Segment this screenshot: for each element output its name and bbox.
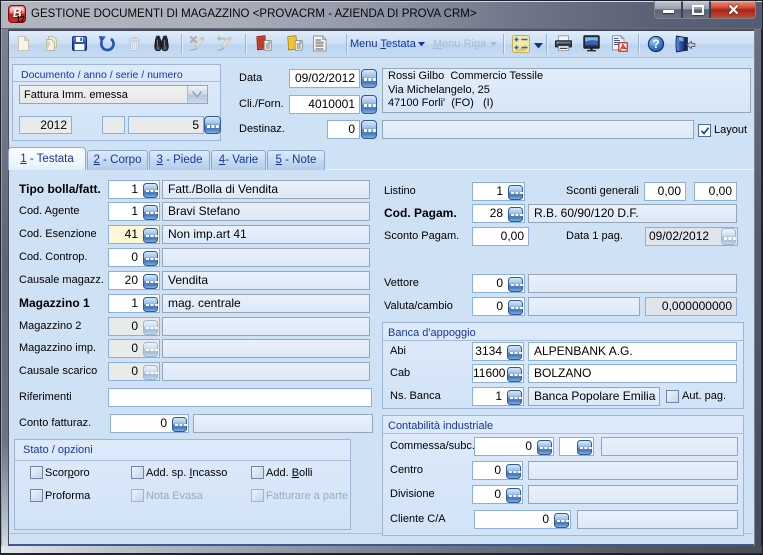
svg-text:?: ?	[652, 38, 659, 51]
